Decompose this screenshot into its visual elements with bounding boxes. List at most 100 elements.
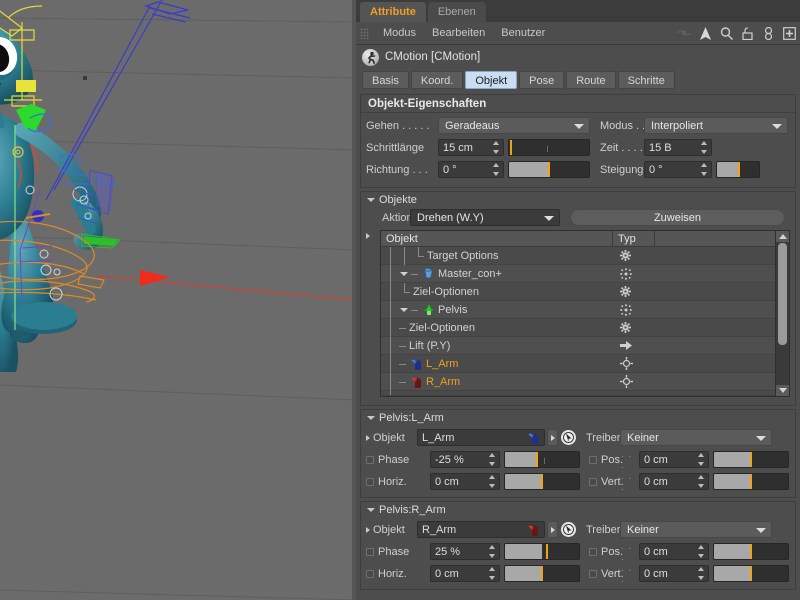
rarm-objekt-field[interactable]: R_Arm	[417, 521, 545, 538]
larm-horiz-field[interactable]: 0 cm	[430, 473, 500, 490]
larm-vert-stepper[interactable]	[698, 475, 705, 488]
table-row[interactable]	[381, 391, 775, 396]
pelvis-larm-header[interactable]: Pelvis:L_Arm	[361, 410, 795, 426]
larm-horiz-slider[interactable]	[504, 473, 580, 490]
rarm-vert-stepper[interactable]	[698, 567, 705, 580]
tab-objekt[interactable]: Objekt	[465, 71, 518, 89]
rarm-vert-checkbox[interactable]	[589, 569, 597, 578]
tab-koord[interactable]: Koord.	[410, 71, 464, 89]
rarm-objekt-expand-button[interactable]	[547, 521, 558, 538]
rarm-horiz-stepper[interactable]	[489, 567, 496, 580]
larm-horiz-stepper[interactable]	[489, 475, 496, 488]
table-row[interactable]: Target Options	[381, 246, 775, 265]
search-icon[interactable]	[719, 26, 733, 40]
larm-pos-field[interactable]: 0 cm	[639, 451, 709, 468]
rarm-phase-slider[interactable]	[504, 543, 580, 560]
scroll-down-arrow-icon[interactable]	[776, 385, 789, 396]
schrittlaenge-field[interactable]: 15 cm	[438, 139, 504, 156]
tab-route[interactable]: Route	[566, 71, 616, 89]
gehen-dropdown[interactable]: Geradeaus	[438, 117, 590, 134]
drag-grip-icon[interactable]	[360, 27, 369, 39]
scrollbar-thumb[interactable]	[778, 243, 787, 345]
objekte-group-header[interactable]: Objekte	[361, 192, 795, 208]
pelvis-rarm-header[interactable]: Pelvis:R_Arm	[361, 502, 795, 518]
rarm-pos-slider[interactable]	[713, 543, 789, 560]
tab-schritte[interactable]: Schritte	[617, 71, 675, 89]
rarm-horiz-slider[interactable]	[504, 565, 580, 582]
rarm-horiz-field[interactable]: 0 cm	[430, 565, 500, 582]
arrow-cursor-icon[interactable]	[698, 26, 712, 40]
table-row[interactable]: Ziel-Optionen	[381, 318, 775, 337]
3d-viewport[interactable]	[0, 0, 356, 600]
modus-dropdown[interactable]: Interpoliert	[644, 117, 788, 134]
larm-pos-slider[interactable]	[713, 451, 789, 468]
table-row[interactable]: Master_con+	[381, 264, 775, 283]
menu-bearbeiten[interactable]: Bearbeiten	[424, 22, 493, 44]
tree-dash	[399, 355, 407, 373]
larm-phase-checkbox[interactable]	[366, 455, 374, 464]
zeit-field[interactable]: 15 B	[644, 139, 712, 156]
rarm-pos-checkbox[interactable]	[589, 547, 597, 556]
lasso-icon[interactable]	[677, 26, 691, 40]
add-box-icon[interactable]	[782, 26, 796, 40]
larm-objekt-field[interactable]: L_Arm	[417, 429, 545, 446]
aktion-dropdown[interactable]: Drehen (W.Y)	[410, 209, 560, 226]
larm-phase-field[interactable]: -25 %	[430, 451, 500, 468]
tab-ebenen[interactable]: Ebenen	[427, 2, 486, 22]
rarm-phase-field[interactable]: 25 %	[430, 543, 500, 560]
larm-vert-slider[interactable]	[713, 473, 789, 490]
schrittlaenge-slider[interactable]	[508, 139, 590, 156]
chevron-right-icon[interactable]	[366, 434, 370, 441]
larm-pos-stepper[interactable]	[698, 453, 705, 466]
richtung-field[interactable]: 0 °	[438, 161, 504, 178]
unlock-icon[interactable]	[740, 26, 754, 40]
zeit-stepper[interactable]	[701, 141, 708, 154]
zuweisen-button[interactable]: Zuweisen	[570, 209, 785, 226]
steigung-slider[interactable]	[716, 161, 760, 178]
rarm-treiber-dropdown[interactable]: Keiner	[620, 521, 772, 538]
larm-phase-slider[interactable]	[504, 451, 580, 468]
tab-basis[interactable]: Basis	[362, 71, 409, 89]
rarm-horiz-checkbox[interactable]	[366, 569, 374, 578]
pick-object-icon[interactable]	[561, 430, 576, 445]
rarm-vert-slider[interactable]	[713, 565, 789, 582]
schrittlaenge-stepper[interactable]	[493, 141, 500, 154]
scrollbar-track[interactable]	[776, 242, 789, 385]
tree-root-expander[interactable]	[366, 230, 380, 397]
menu-benutzer[interactable]: Benutzer	[493, 22, 553, 44]
tree-item-label: Master_con+	[438, 267, 502, 280]
tab-attribute[interactable]: Attribute	[360, 2, 426, 22]
scroll-up-arrow-icon[interactable]	[776, 231, 789, 242]
object-tree-body[interactable]: Objekt Typ Target Options Master_con+ Zi…	[380, 230, 776, 397]
tree-expander[interactable]	[399, 307, 409, 312]
rarm-pos-stepper[interactable]	[698, 545, 705, 558]
larm-pos-checkbox[interactable]	[589, 455, 597, 464]
larm-vert-checkbox[interactable]	[589, 477, 597, 486]
tree-expander[interactable]	[399, 271, 409, 276]
rarm-vert-field[interactable]: 0 cm	[639, 565, 709, 582]
larm-phase-stepper[interactable]	[489, 453, 496, 466]
richtung-stepper[interactable]	[493, 163, 500, 176]
table-row[interactable]: Lift (P.Y)	[381, 336, 775, 355]
menu-modus[interactable]: Modus	[375, 22, 424, 44]
rarm-phase-stepper[interactable]	[489, 545, 496, 558]
chevron-right-icon[interactable]	[366, 526, 370, 533]
steigung-stepper[interactable]	[701, 163, 708, 176]
link-icon[interactable]	[761, 26, 775, 40]
tree-vertical-scrollbar[interactable]	[776, 230, 790, 397]
table-row[interactable]: Pelvis	[381, 300, 775, 319]
tab-pose[interactable]: Pose	[519, 71, 565, 89]
rarm-pos-field[interactable]: 0 cm	[639, 543, 709, 560]
table-row[interactable]: R_Arm	[381, 372, 775, 391]
larm-horiz-checkbox[interactable]	[366, 477, 374, 486]
larm-vert-field[interactable]: 0 cm	[639, 473, 709, 490]
attribute-menubar: Modus Bearbeiten Benutzer	[356, 22, 800, 44]
table-row[interactable]: L_Arm	[381, 354, 775, 373]
steigung-field[interactable]: 0 °	[644, 161, 712, 178]
larm-treiber-dropdown[interactable]: Keiner	[620, 429, 772, 446]
pick-object-icon[interactable]	[561, 522, 576, 537]
larm-objekt-expand-button[interactable]	[547, 429, 558, 446]
rarm-phase-checkbox[interactable]	[366, 547, 374, 556]
richtung-slider[interactable]	[508, 161, 590, 178]
table-row[interactable]: Ziel-Optionen	[381, 282, 775, 301]
